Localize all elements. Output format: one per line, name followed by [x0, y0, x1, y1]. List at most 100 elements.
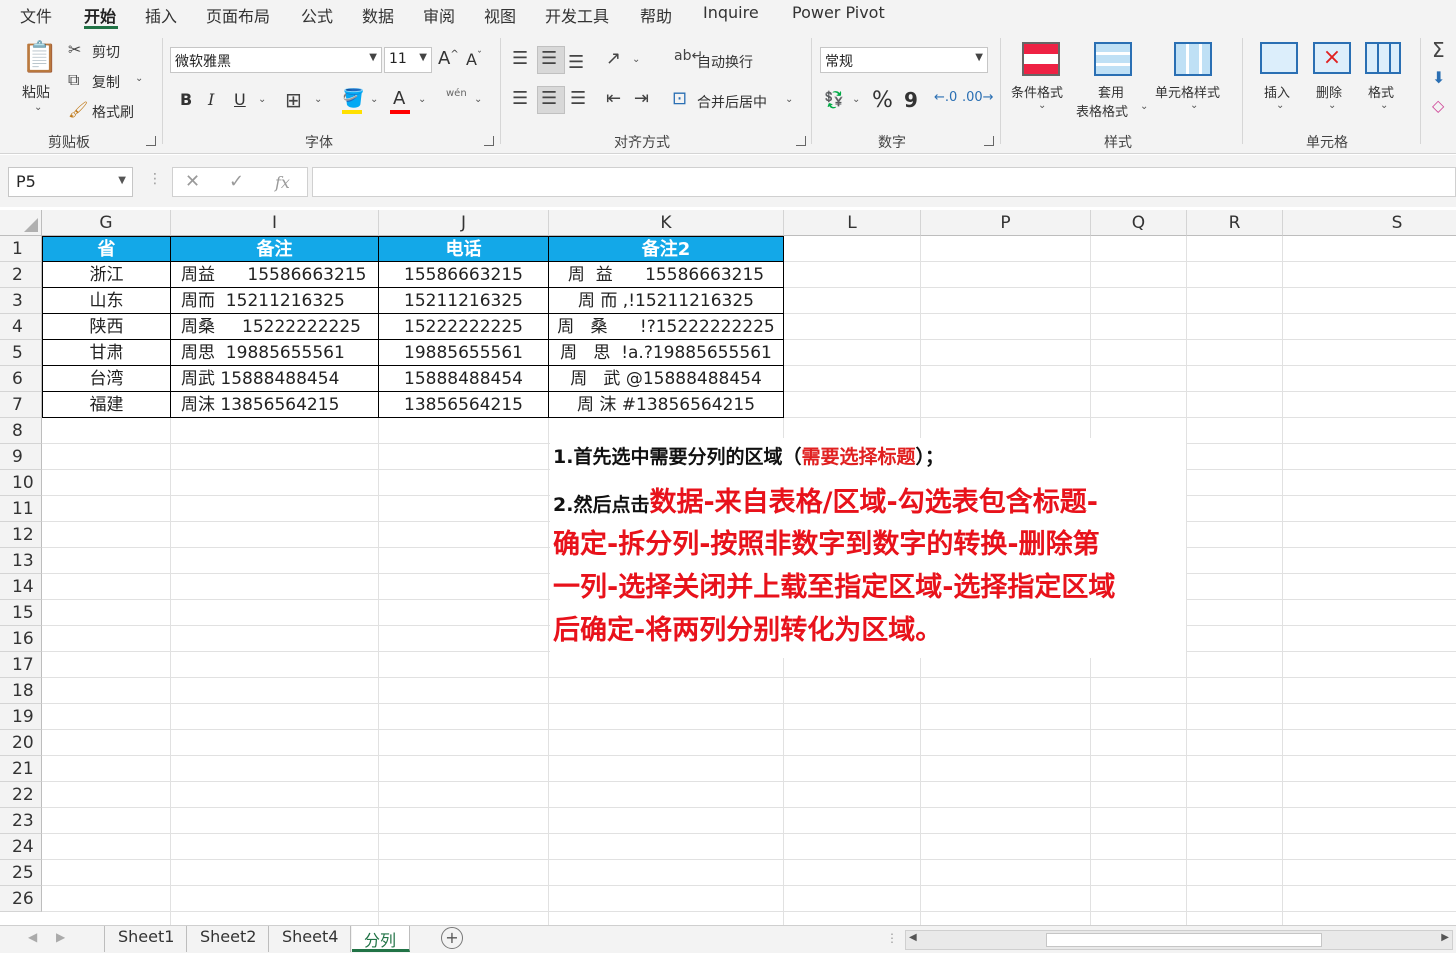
- instruction-textbox[interactable]: 1.首先选中需要分列的区域（需要选择标题）； 2.然后点击数据-来自表格/区域-…: [550, 438, 1186, 658]
- paste-icon[interactable]: 📋: [20, 40, 60, 80]
- merge-center-button[interactable]: 合并后居中: [697, 92, 767, 112]
- insert-function-button[interactable]: fx: [275, 173, 290, 192]
- column-header-r[interactable]: R: [1187, 210, 1283, 236]
- alignment-launcher-icon[interactable]: [796, 136, 806, 146]
- percent-button[interactable]: %: [872, 88, 893, 113]
- delete-dropdown-icon[interactable]: ⌄: [1328, 100, 1336, 111]
- column-header-s[interactable]: S: [1283, 210, 1456, 236]
- number-launcher-icon[interactable]: [984, 136, 994, 146]
- decrease-decimal-icon[interactable]: .00→: [962, 90, 994, 105]
- cut-button[interactable]: 剪切: [92, 42, 120, 62]
- phonetic-button[interactable]: wén: [446, 88, 467, 99]
- row-header[interactable]: 25: [0, 860, 42, 886]
- cell-note2[interactable]: 周 益 15586663215: [549, 262, 784, 288]
- column-header-p[interactable]: P: [921, 210, 1091, 236]
- cell-province[interactable]: 陕西: [42, 314, 171, 340]
- menu-help[interactable]: 帮助: [640, 3, 672, 27]
- menu-developer[interactable]: 开发工具: [545, 3, 609, 27]
- format-as-table-button-line1[interactable]: 套用: [1098, 82, 1124, 101]
- font-color-dropdown-icon[interactable]: ⌄: [418, 94, 426, 105]
- cell-phone[interactable]: 15211216325: [379, 288, 549, 314]
- cell-note2[interactable]: 周 沫 #13856564215: [549, 392, 784, 418]
- copy-dropdown-icon[interactable]: ⌄: [135, 73, 143, 84]
- row-header[interactable]: 4: [0, 314, 42, 340]
- cell-styles-button[interactable]: 单元格样式: [1155, 82, 1220, 101]
- row-header[interactable]: 7: [0, 392, 42, 418]
- cell-province[interactable]: 福建: [42, 392, 171, 418]
- row-header[interactable]: 26: [0, 886, 42, 912]
- menu-insert[interactable]: 插入: [145, 3, 177, 27]
- format-as-table-icon[interactable]: [1094, 42, 1132, 76]
- cell-province[interactable]: 甘肃: [42, 340, 171, 366]
- cell-phone[interactable]: 19885655561: [379, 340, 549, 366]
- scroll-right-arrow-icon[interactable]: ▶: [1441, 932, 1449, 943]
- row-header[interactable]: 2: [0, 262, 42, 288]
- row-header[interactable]: 16: [0, 626, 42, 652]
- enter-icon[interactable]: ✓: [229, 171, 244, 192]
- column-header-l[interactable]: L: [784, 210, 921, 236]
- copy-button[interactable]: 复制: [92, 72, 120, 92]
- merge-center-icon[interactable]: ⊡: [672, 88, 687, 109]
- cell-province[interactable]: 山东: [42, 288, 171, 314]
- bold-button[interactable]: B: [180, 90, 192, 109]
- cell-note2[interactable]: 周 而 ,!15211216325: [549, 288, 784, 314]
- align-bottom-icon[interactable]: ☰: [568, 52, 584, 73]
- format-cells-button[interactable]: 格式: [1368, 82, 1394, 101]
- cell-phone[interactable]: 15888488454: [379, 366, 549, 392]
- table-header-province[interactable]: 省: [42, 236, 171, 262]
- tab-sheet2[interactable]: Sheet2: [188, 926, 270, 952]
- row-header[interactable]: 5: [0, 340, 42, 366]
- cell-phone[interactable]: 15586663215: [379, 262, 549, 288]
- row-header[interactable]: 18: [0, 678, 42, 704]
- worksheet-grid[interactable]: G I J K L P Q R S 1 2 3 4 5 6 7 8 9 10 11 12 13 14 15 1…: [0, 210, 1456, 925]
- decrease-indent-icon[interactable]: ⇤: [606, 88, 621, 109]
- column-header-k[interactable]: K: [549, 210, 784, 236]
- row-header[interactable]: 19: [0, 704, 42, 730]
- column-header-g[interactable]: G: [42, 210, 171, 236]
- row-header[interactable]: 9: [0, 444, 42, 470]
- column-header-i[interactable]: I: [171, 210, 379, 236]
- cell-note2[interactable]: 周 桑 !?15222222225: [549, 314, 784, 340]
- format-as-table-button-line2[interactable]: 表格格式: [1076, 101, 1128, 120]
- align-right-icon[interactable]: ☰: [570, 88, 586, 109]
- underline-button[interactable]: U: [234, 90, 246, 109]
- menu-view[interactable]: 视图: [484, 3, 516, 27]
- row-header[interactable]: 21: [0, 756, 42, 782]
- merge-dropdown-icon[interactable]: ⌄: [785, 94, 793, 105]
- column-header-j[interactable]: J: [379, 210, 549, 236]
- add-sheet-icon[interactable]: +: [441, 927, 463, 949]
- row-header[interactable]: 24: [0, 834, 42, 860]
- fill-icon[interactable]: ⬇: [1432, 68, 1445, 87]
- conditional-format-dropdown-icon[interactable]: ⌄: [1038, 100, 1046, 111]
- select-all-button[interactable]: [0, 210, 42, 236]
- cell-note[interactable]: 周而 15211216325: [171, 288, 379, 314]
- menu-data[interactable]: 数据: [362, 3, 394, 27]
- tab-split-column[interactable]: 分列: [352, 926, 410, 952]
- clipboard-launcher-icon[interactable]: [146, 136, 156, 146]
- row-header[interactable]: 6: [0, 366, 42, 392]
- column-header-q[interactable]: Q: [1091, 210, 1187, 236]
- cell-note[interactable]: 周武 15888488454: [171, 366, 379, 392]
- cell-province[interactable]: 台湾: [42, 366, 171, 392]
- delete-cells-icon[interactable]: ×: [1313, 42, 1351, 74]
- row-header[interactable]: 15: [0, 600, 42, 626]
- row-header[interactable]: 11: [0, 496, 42, 522]
- menu-page-layout[interactable]: 页面布局: [206, 3, 270, 27]
- horizontal-scrollbar[interactable]: ◀ ▶: [905, 930, 1453, 950]
- row-header[interactable]: 12: [0, 522, 42, 548]
- phonetic-dropdown-icon[interactable]: ⌄: [474, 94, 482, 105]
- underline-dropdown-icon[interactable]: ⌄: [258, 94, 266, 105]
- cell-province[interactable]: 浙江: [42, 262, 171, 288]
- conditional-format-icon[interactable]: [1022, 42, 1060, 76]
- row-header[interactable]: 8: [0, 418, 42, 444]
- more-tabs-icon[interactable]: ⋮: [886, 931, 898, 945]
- borders-dropdown-icon[interactable]: ⌄: [314, 94, 322, 105]
- row-header[interactable]: 3: [0, 288, 42, 314]
- cell-note[interactable]: 周益 15586663215: [171, 262, 379, 288]
- tab-sheet1[interactable]: Sheet1: [106, 926, 188, 952]
- accounting-format-icon[interactable]: 💱: [824, 90, 844, 109]
- tab-sheet4[interactable]: Sheet4: [270, 926, 352, 952]
- cell-note2[interactable]: 周 武 @15888488454: [549, 366, 784, 392]
- menu-home[interactable]: 开始: [84, 3, 116, 27]
- row-header[interactable]: 13: [0, 548, 42, 574]
